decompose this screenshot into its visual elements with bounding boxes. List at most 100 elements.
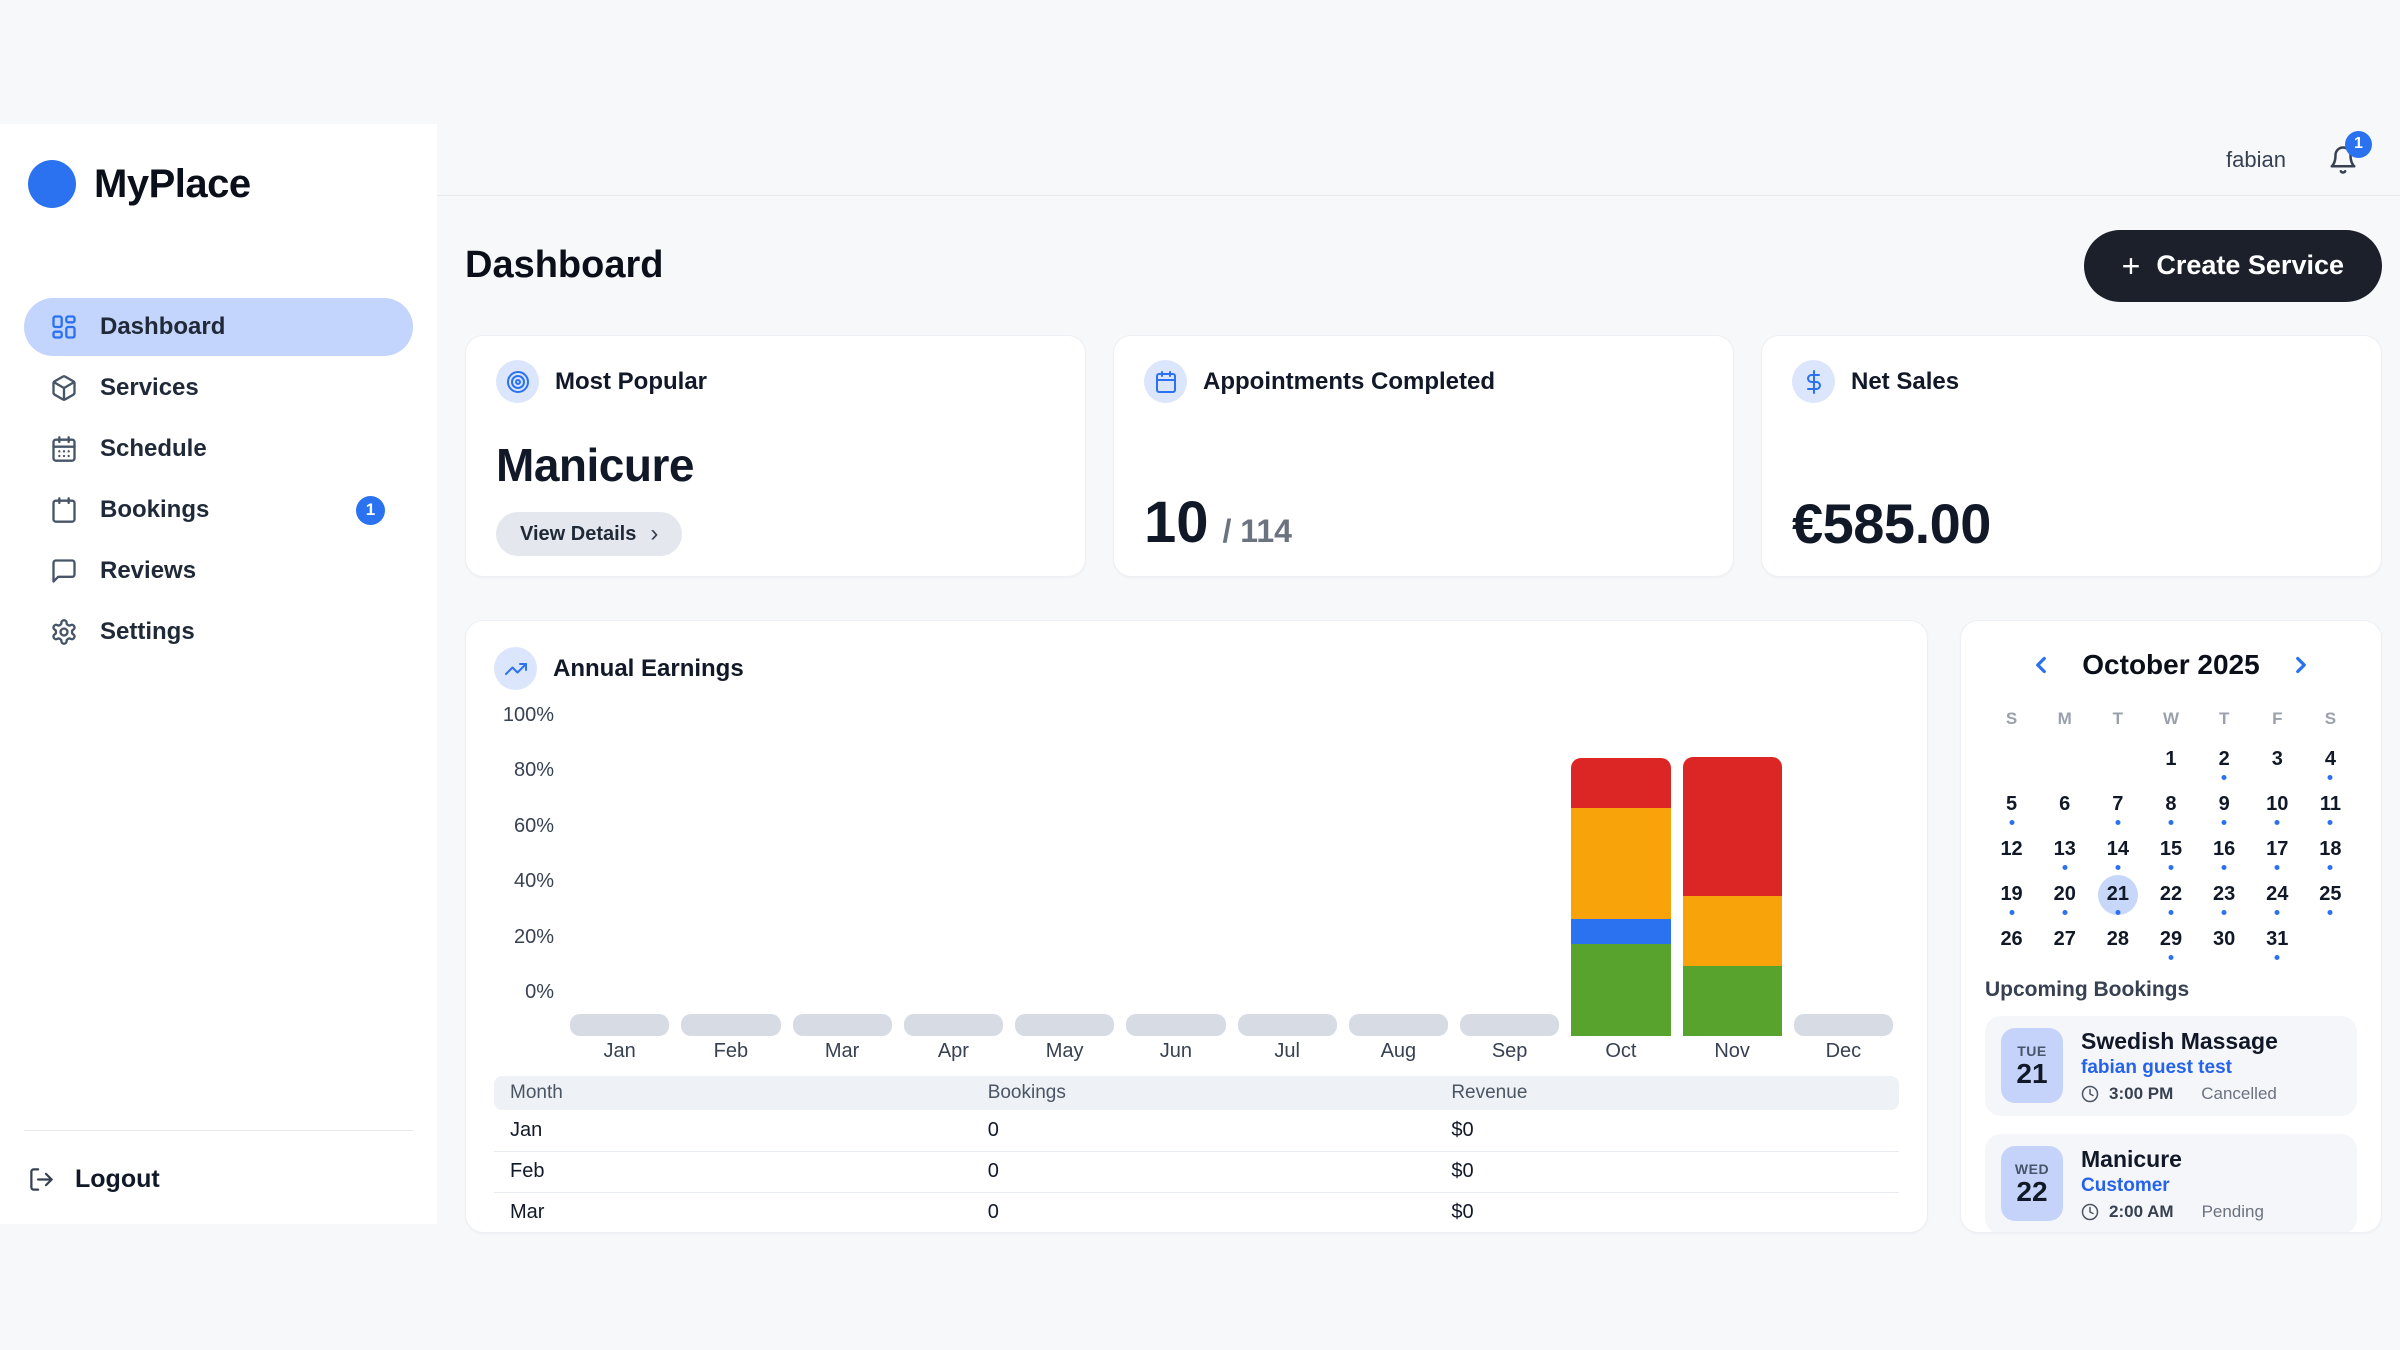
- calendar-cell: 30: [2198, 917, 2251, 962]
- calendar-cell: 6: [2038, 782, 2091, 827]
- calendar-day[interactable]: 18: [2310, 830, 2350, 870]
- booking-item[interactable]: TUE21Swedish Massagefabian guest test3:0…: [1985, 1016, 2357, 1116]
- calendar-cell: [2091, 737, 2144, 782]
- calendar-week-row: 19 20 21 22 23 24 25: [1985, 872, 2357, 917]
- calendar-day[interactable]: 12: [1992, 830, 2032, 870]
- calendar-day[interactable]: 29: [2151, 920, 2191, 960]
- sidebar-item-bookings[interactable]: Bookings1: [24, 481, 413, 539]
- page-header: Dashboard + Create Service: [465, 196, 2382, 335]
- notifications-button[interactable]: 1: [2328, 145, 2358, 175]
- sidebar-item-reviews[interactable]: Reviews: [24, 542, 413, 600]
- calendar-day[interactable]: 25: [2310, 875, 2350, 915]
- calendar-header: October 2025: [1985, 643, 2357, 687]
- brand[interactable]: MyPlace: [0, 124, 437, 208]
- calendar-day[interactable]: 5: [1992, 785, 2032, 825]
- calendar-day[interactable]: 14: [2098, 830, 2138, 870]
- calendar-day[interactable]: 1: [2151, 740, 2191, 780]
- logout-button[interactable]: Logout: [24, 1165, 413, 1194]
- booking-dot: [2115, 820, 2120, 825]
- table-cell: Jan: [494, 1110, 972, 1151]
- chevron-right-icon: ›: [650, 520, 658, 548]
- calendar-day[interactable]: 15: [2151, 830, 2191, 870]
- calendar-cell: 15: [2144, 827, 2197, 872]
- sidebar-item-schedule[interactable]: Schedule: [24, 420, 413, 478]
- chart-bar-slot: [1126, 1014, 1225, 1036]
- booking-customer-link[interactable]: fabian guest test: [2081, 1057, 2278, 1079]
- weekday-label: T: [2198, 709, 2251, 729]
- topbar: fabian 1: [437, 124, 2400, 196]
- calendar-day[interactable]: 10: [2257, 785, 2297, 825]
- calendar-cell: 17: [2251, 827, 2304, 872]
- calendar-day[interactable]: 2: [2204, 740, 2244, 780]
- calendar-day[interactable]: 11: [2310, 785, 2350, 825]
- booking-dot: [2168, 865, 2173, 870]
- clock-icon: [2081, 1085, 2099, 1103]
- calendar-day[interactable]: 20: [2045, 875, 2085, 915]
- calendar-day[interactable]: 8: [2151, 785, 2191, 825]
- calendar-day[interactable]: 6: [2045, 785, 2085, 825]
- sidebar-item-dashboard[interactable]: Dashboard: [24, 298, 413, 356]
- table-cell: Feb: [494, 1151, 972, 1192]
- booking-item[interactable]: WED22ManicureCustomer2:00 AMPending: [1985, 1134, 2357, 1233]
- calendar-day[interactable]: 3: [2257, 740, 2297, 780]
- calendar-icon: [50, 496, 78, 524]
- table-row: Jan0$0: [494, 1110, 1899, 1151]
- calendar-day[interactable]: 9: [2204, 785, 2244, 825]
- sidebar-item-services[interactable]: Services: [24, 359, 413, 417]
- booking-service-name: Swedish Massage: [2081, 1028, 2278, 1055]
- calendar-next-button[interactable]: [2284, 648, 2318, 682]
- chart-bar-slot: [793, 1014, 892, 1036]
- calendar-day[interactable]: 21: [2098, 875, 2138, 915]
- dollar-icon: [1792, 360, 1835, 403]
- calendar-prev-button[interactable]: [2024, 648, 2058, 682]
- chat-icon: [50, 557, 78, 585]
- calendar-day[interactable]: 28: [2098, 920, 2138, 960]
- calendar-day[interactable]: 23: [2204, 875, 2244, 915]
- sidebar-divider: [24, 1130, 413, 1131]
- appointments-completed-card: Appointments Completed 10 / 114: [1113, 335, 1734, 577]
- calendar-cell: 14: [2091, 827, 2144, 872]
- calendar-cell: 5: [1985, 782, 2038, 827]
- stacked-bar: [1571, 758, 1670, 1036]
- calendar-day[interactable]: 24: [2257, 875, 2297, 915]
- calendar-day[interactable]: 19: [1992, 875, 2032, 915]
- calendar-cell: [2038, 737, 2091, 782]
- username[interactable]: fabian: [2226, 147, 2286, 173]
- calendar-cell: 21: [2091, 872, 2144, 917]
- sidebar-nav: DashboardServicesScheduleBookings1Review…: [0, 298, 437, 661]
- earnings-table: MonthBookingsRevenue Jan0$0Feb0$0Mar0$0: [494, 1076, 1899, 1233]
- axis-tick-label: 40%: [514, 870, 554, 893]
- chart-month-label: May: [1015, 1040, 1114, 1064]
- calendar-day[interactable]: 26: [1992, 920, 2032, 960]
- weekday-label: T: [2091, 709, 2144, 729]
- axis-tick-label: 80%: [514, 759, 554, 782]
- calendar-day[interactable]: 22: [2151, 875, 2191, 915]
- booking-dot: [2115, 910, 2120, 915]
- calendar-cell: 22: [2144, 872, 2197, 917]
- booking-status: Cancelled: [2201, 1084, 2277, 1104]
- chart-bar-slot: [681, 1014, 780, 1036]
- calendar-cell: 8: [2144, 782, 2197, 827]
- calendar-day[interactable]: 13: [2045, 830, 2085, 870]
- bar-segment-red: [1683, 757, 1782, 896]
- calendar-cell: 12: [1985, 827, 2038, 872]
- view-details-button[interactable]: View Details ›: [496, 512, 682, 556]
- booking-date-chip: WED22: [2001, 1146, 2063, 1221]
- calendar-day[interactable]: 7: [2098, 785, 2138, 825]
- chart-bar-slot: [1460, 1014, 1559, 1036]
- booking-dot: [2222, 820, 2227, 825]
- create-service-button[interactable]: + Create Service: [2084, 230, 2382, 302]
- calendar-day[interactable]: 17: [2257, 830, 2297, 870]
- sidebar: MyPlace DashboardServicesScheduleBooking…: [0, 124, 437, 1224]
- calendar-day[interactable]: 16: [2204, 830, 2244, 870]
- sidebar-item-settings[interactable]: Settings: [24, 603, 413, 661]
- table-header-cell: Month: [494, 1076, 972, 1110]
- calendar-day[interactable]: 30: [2204, 920, 2244, 960]
- booking-customer-link[interactable]: Customer: [2081, 1175, 2264, 1197]
- calendar-day[interactable]: 27: [2045, 920, 2085, 960]
- calendar-day[interactable]: 31: [2257, 920, 2297, 960]
- calendar-weekdays: SMTWTFS: [1985, 709, 2357, 729]
- calendar-icon: [1144, 360, 1187, 403]
- calendar-day[interactable]: 4: [2310, 740, 2350, 780]
- table-row: Mar0$0: [494, 1192, 1899, 1233]
